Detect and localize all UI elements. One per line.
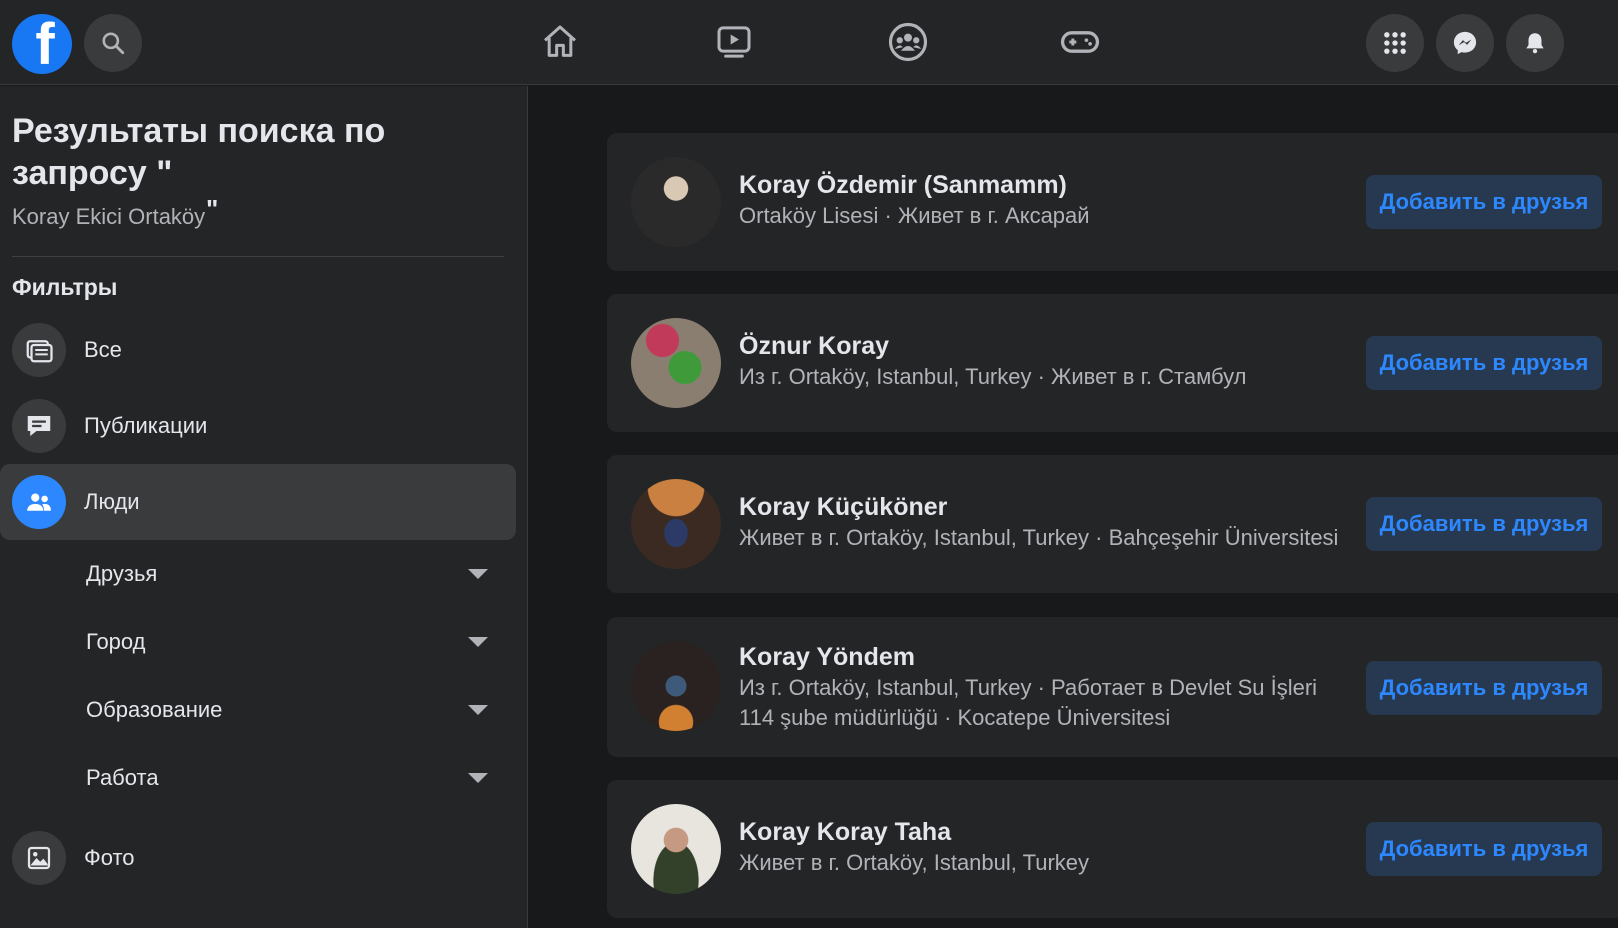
filter-label: Все: [84, 337, 122, 362]
filters-heading: Фильтры: [12, 274, 118, 300]
filter-people[interactable]: Люди: [0, 464, 516, 540]
bell-icon: [1526, 33, 1544, 54]
watch-tab[interactable]: [712, 20, 756, 64]
sub-filter-label: Работа: [86, 765, 159, 790]
avatar[interactable]: [631, 318, 721, 408]
search-icon: [102, 32, 125, 55]
avatar[interactable]: [631, 479, 721, 569]
result-meta: Живет в г. Ortaköy, Istanbul, Turkey: [739, 850, 1090, 875]
search-query-close-quote: ": [206, 194, 219, 224]
add-friend-button[interactable]: Добавить в друзья: [1366, 661, 1602, 715]
add-friend-button[interactable]: Добавить в друзья: [1366, 822, 1602, 876]
search-query: Koray Ekici Ortaköy: [12, 204, 206, 229]
result-card[interactable]: Koray Yöndem Из г. Ortaköy, Istanbul, Tu…: [607, 617, 1618, 757]
result-meta: Из г. Ortaköy, Istanbul, Turkey · Живет …: [739, 364, 1247, 389]
sub-filter-education[interactable]: Образование: [86, 690, 496, 730]
add-friend-button[interactable]: Добавить в друзья: [1366, 497, 1602, 551]
caret-down-icon: [468, 637, 488, 647]
add-friend-button[interactable]: Добавить в друзья: [1366, 336, 1602, 390]
photos-icon: [12, 831, 66, 885]
filter-label: Фото: [84, 845, 135, 870]
avatar[interactable]: [631, 804, 721, 894]
top-navigation-bar: f: [0, 0, 1618, 85]
gaming-tab[interactable]: [1058, 20, 1102, 64]
posts-icon: [12, 399, 66, 453]
result-meta: Ortaköy Lisesi · Живет в г. Аксарай: [739, 203, 1090, 228]
filter-all[interactable]: Все: [0, 312, 516, 388]
caret-down-icon: [468, 569, 488, 579]
sub-filter-label: Образование: [86, 697, 223, 722]
result-card[interactable]: Koray Koray Taha Живет в г. Ortaköy, Ist…: [607, 780, 1618, 918]
avatar[interactable]: [631, 157, 721, 247]
result-name[interactable]: Koray Küçüköner: [739, 493, 947, 522]
caret-down-icon: [468, 773, 488, 783]
result-card[interactable]: Öznur Koray Из г. Ortaköy, Istanbul, Tur…: [607, 294, 1618, 432]
avatar[interactable]: [631, 641, 721, 731]
sub-filter-label: Друзья: [86, 561, 158, 586]
sub-filter-city[interactable]: Город: [86, 622, 496, 662]
result-meta: Живет в г. Ortaköy, Istanbul, Turkey · B…: [739, 525, 1339, 550]
sub-filter-friends[interactable]: Друзья: [86, 554, 496, 594]
notifications-button[interactable]: [1506, 14, 1564, 72]
menu-button[interactable]: [1366, 14, 1424, 72]
search-button[interactable]: [84, 14, 142, 72]
facebook-logo[interactable]: f: [12, 14, 72, 74]
messenger-icon: [1453, 31, 1477, 55]
logo-letter: f: [35, 14, 55, 74]
page-title: Результаты поиска по запросу ": [12, 112, 386, 192]
apps-grid-icon: [1384, 32, 1406, 54]
watch-video-icon: [717, 26, 751, 58]
filter-label: Люди: [84, 489, 140, 514]
result-meta: Из г. Ortaköy, Istanbul, Turkey · Работа…: [739, 675, 1318, 730]
search-filters-sidebar: Результаты поиска по запросу " Koray Eki…: [0, 86, 528, 928]
home-tab[interactable]: [538, 20, 582, 64]
home-icon: [544, 25, 576, 57]
filter-posts[interactable]: Публикации: [0, 388, 516, 464]
groups-tab[interactable]: [886, 20, 930, 64]
all-results-icon: [12, 323, 66, 377]
groups-icon: [888, 22, 928, 62]
sub-filter-work[interactable]: Работа: [86, 758, 496, 798]
divider: [12, 256, 504, 257]
sub-filter-label: Город: [86, 629, 146, 654]
filter-label: Публикации: [84, 413, 208, 438]
messenger-button[interactable]: [1436, 14, 1494, 72]
result-name[interactable]: Koray Özdemir (Sanmamm): [739, 171, 1067, 200]
result-card[interactable]: Koray Küçüköner Живет в г. Ortaköy, Ista…: [607, 455, 1618, 593]
people-icon: [12, 475, 66, 529]
add-friend-button[interactable]: Добавить в друзья: [1366, 175, 1602, 229]
result-card[interactable]: Koray Özdemir (Sanmamm) Ortaköy Lisesi ·…: [607, 133, 1618, 271]
filter-photos[interactable]: Фото: [0, 820, 516, 896]
result-name[interactable]: Öznur Koray: [739, 332, 889, 361]
gamepad-icon: [1060, 31, 1100, 53]
result-name[interactable]: Koray Koray Taha: [739, 818, 951, 847]
caret-down-icon: [468, 705, 488, 715]
result-name[interactable]: Koray Yöndem: [739, 643, 915, 672]
